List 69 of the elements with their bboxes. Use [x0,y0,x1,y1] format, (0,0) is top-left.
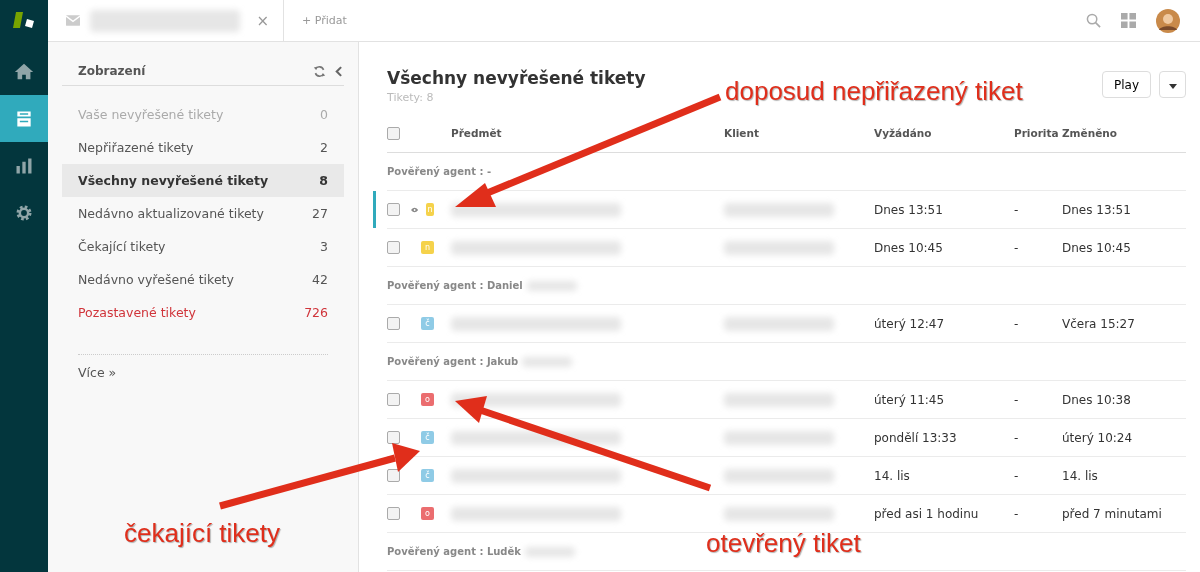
group-label: Pověřený agent : Daniel [387,280,523,291]
annotation-label: doposud nepřiřazený tiket [725,76,1023,107]
dropdown-button[interactable] [1159,71,1186,98]
row-checkbox[interactable] [387,241,400,254]
table-cell-text: - [1014,202,1020,217]
select-all-checkbox[interactable] [387,126,400,140]
views-nav-button[interactable] [0,95,48,142]
view-title: Všechny nevyřešené tikety [387,68,647,88]
table-cell-text: před asi 1 hodinu [874,506,980,521]
status-badge: č [421,469,434,482]
table-cell-text: úterý 12:47 [874,316,946,331]
view-item[interactable]: Nedávno aktualizované tikety 27 [62,197,344,230]
view-item[interactable]: Pozastavené tikety 726 [62,296,344,329]
table-cell-text: - [1014,468,1020,483]
row-checkbox[interactable] [387,469,400,482]
status-badge: o [421,507,434,520]
table-cell-text: - [1014,316,1020,331]
row-checkbox[interactable] [387,317,400,330]
status-badge: n [426,203,434,216]
table-cell-text: Dnes 10:45 [1062,240,1132,255]
table-cell-text: Dnes 13:51 [874,202,944,217]
view-item[interactable]: Všechny nevyřešené tikety 8 [62,164,344,197]
collapse-icon[interactable] [335,65,342,77]
ticket-count: Tikety: 8 [387,91,434,104]
group-label: Pověřený agent : - [387,166,492,177]
column-header[interactable]: Vyžádáno [874,127,1014,139]
column-header[interactable]: Předmět [451,127,724,139]
row-checkbox[interactable] [387,507,400,520]
table-cell-text: - [1014,430,1020,445]
row-checkbox[interactable] [387,393,400,406]
column-header[interactable]: Klient [724,127,874,139]
apps-grid-icon[interactable] [1121,13,1136,28]
group-label: Pověřený agent : Luděk [387,546,521,557]
table-cell-text: Včera 15:27 [1062,316,1136,331]
avatar[interactable] [1156,8,1180,33]
more-link[interactable]: Více » [78,365,117,380]
annotation-label: otevřený tiket [706,528,861,559]
refresh-icon[interactable] [313,64,326,78]
table-cell-text: Dnes 10:45 [874,240,944,255]
view-item[interactable]: Nepřiřazené tikety 2 [62,131,344,164]
table-cell-text: 14. lis [874,468,911,483]
view-item[interactable]: Čekající tikety 3 [62,230,344,263]
sidebar-title: Zobrazení [78,64,147,78]
table-cell-text: Dnes 13:51 [1062,202,1132,217]
row-checkbox[interactable] [387,203,400,216]
caret-icon [1168,84,1177,89]
column-header[interactable]: Změněno [1062,127,1186,139]
group-label: Pověřený agent : Jakub [387,356,519,367]
table-cell-text: - [1014,506,1020,521]
column-header[interactable]: Priorita [1014,127,1062,139]
search-icon[interactable] [1086,13,1101,28]
view-item[interactable]: Nedávno vyřešené tikety 42 [62,263,344,296]
status-badge: č [421,431,434,444]
table-cell-text: - [1014,240,1020,255]
annotation-label: čekající tikety [124,518,281,549]
row-checkbox[interactable] [387,431,400,444]
status-badge: n [421,241,434,254]
play-button[interactable]: Play [1101,71,1151,98]
table-cell-text: pondělí 13:33 [874,430,958,445]
table-cell-text: Dnes 10:38 [1062,392,1132,407]
table-cell-text: před 7 minutami [1062,506,1163,521]
eye-icon [411,205,419,214]
table-cell-text: úterý 10:24 [1062,430,1134,445]
mail-icon [66,15,80,26]
status-badge: č [421,317,434,330]
table-cell-text: - [1014,392,1020,407]
status-badge: o [421,393,434,406]
table-cell-text: 14. lis [1062,468,1099,483]
table-cell-text: úterý 11:45 [874,392,946,407]
